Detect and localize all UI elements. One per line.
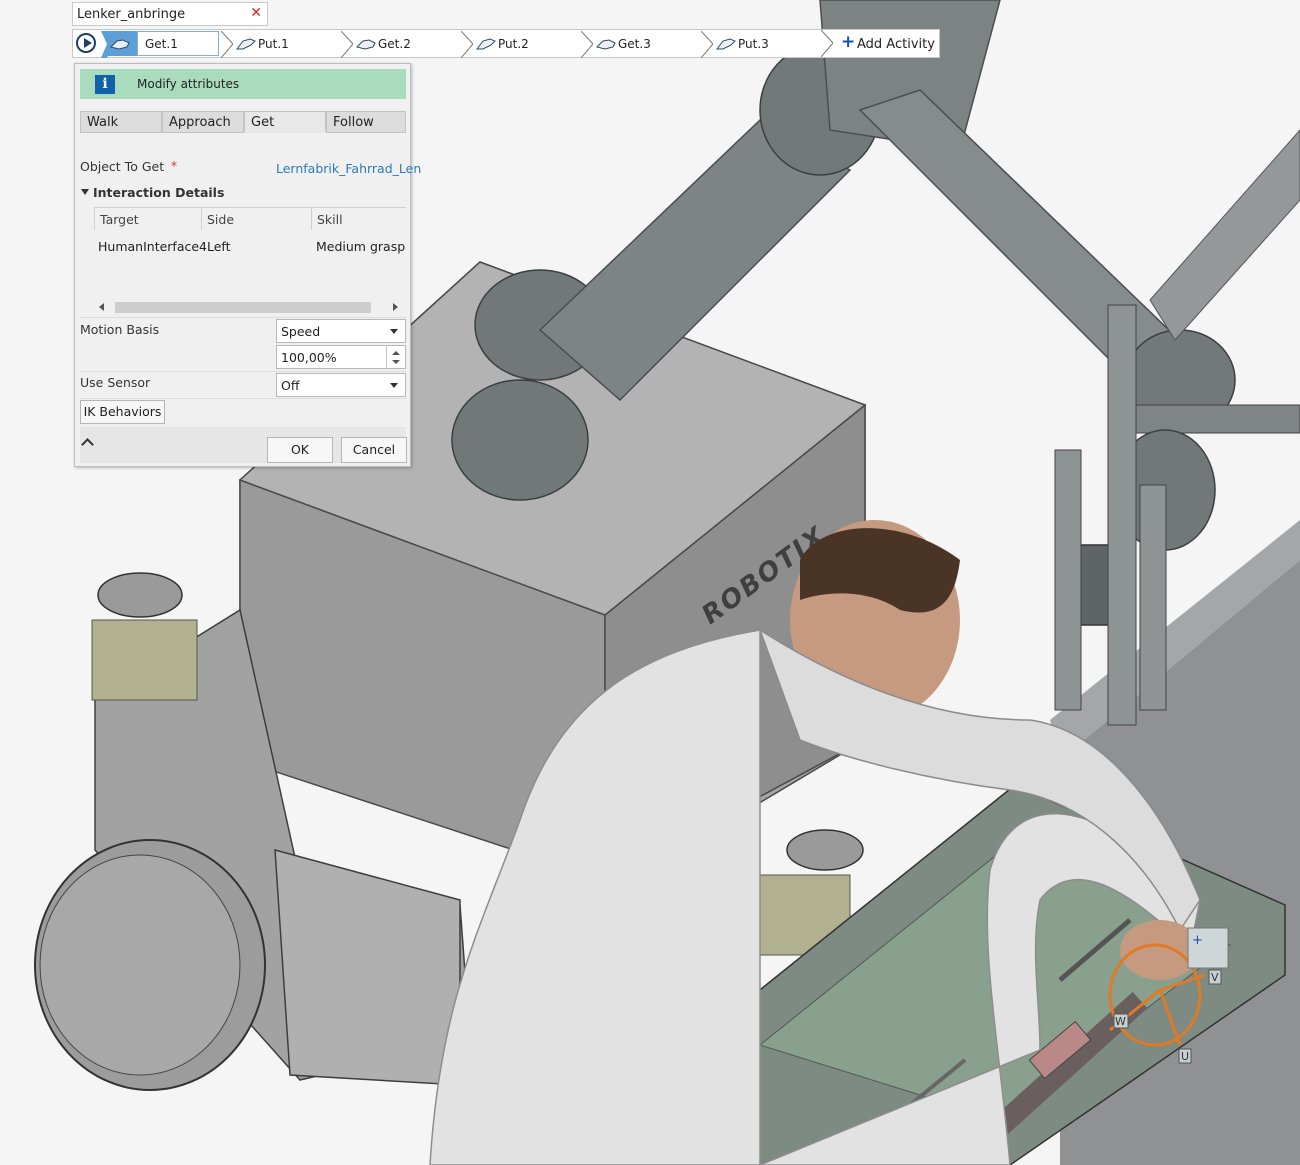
- interaction-table-header: Target Side Skill: [94, 207, 406, 230]
- activity-get-1[interactable]: Get.1: [101, 31, 221, 58]
- speed-percent-stepper[interactable]: 100,00%: [276, 345, 406, 369]
- stepper-down-icon[interactable]: [392, 360, 400, 364]
- activity-label: Put.2: [498, 37, 529, 51]
- column-skill[interactable]: Skill: [311, 208, 406, 230]
- activity-sequence-bar: Get.1 Put.1 Get.2 Put.2 Get.3 Put.3 + Ad…: [72, 29, 940, 58]
- panel-header: i Modify attributes: [80, 69, 406, 99]
- ik-behaviors-button[interactable]: IK Behaviors: [80, 400, 165, 424]
- tab-approach[interactable]: Approach: [162, 111, 244, 133]
- close-icon[interactable]: ✕: [250, 5, 262, 21]
- tab-follow[interactable]: Follow: [326, 111, 406, 133]
- play-icon[interactable]: [76, 33, 96, 53]
- chevron-down-icon: [390, 329, 398, 334]
- activity-label: Get.2: [378, 37, 411, 51]
- tab-get[interactable]: Get: [244, 111, 326, 133]
- hand-place-icon: [476, 38, 496, 50]
- stepper-up-icon[interactable]: [392, 351, 400, 355]
- activity-put-1[interactable]: Put.1: [221, 31, 341, 58]
- info-icon: i: [95, 75, 115, 94]
- activity-get-3[interactable]: Get.3: [581, 31, 701, 58]
- object-to-get-link[interactable]: Lernfabrik_Fahrrad_Len: [276, 161, 421, 176]
- scroll-right-icon[interactable]: [393, 303, 398, 311]
- object-to-get-label: Object To Get: [80, 159, 165, 174]
- operation-name: Lenker_anbringe: [77, 7, 186, 22]
- modify-attributes-panel: i Modify attributes Walk Approach Get Fo…: [74, 63, 421, 467]
- hand-place-icon: [236, 38, 256, 50]
- tab-strip: Walk Approach Get Follow: [80, 111, 406, 133]
- activity-put-3[interactable]: Put.3: [701, 31, 821, 58]
- column-target[interactable]: Target: [94, 208, 201, 230]
- cell-side: Left: [207, 239, 231, 254]
- activity-put-2[interactable]: Put.2: [461, 31, 581, 58]
- plus-icon: +: [841, 32, 856, 52]
- svg-text:+: +: [1192, 933, 1203, 948]
- motion-basis-select[interactable]: Speed: [276, 319, 406, 343]
- panel-title: Modify attributes: [137, 77, 240, 91]
- operation-name-field[interactable]: Lenker_anbringe ✕: [72, 2, 268, 26]
- ok-button[interactable]: OK: [267, 437, 333, 463]
- use-sensor-label: Use Sensor: [80, 375, 151, 390]
- hand-grab-icon: [110, 39, 130, 50]
- tab-walk[interactable]: Walk: [80, 111, 162, 133]
- cell-target: HumanInterface4: [98, 239, 207, 254]
- cancel-button[interactable]: Cancel: [341, 437, 407, 463]
- cell-skill: Medium grasp: [316, 239, 406, 254]
- activity-label: Get.1: [145, 37, 178, 51]
- activity-label: Put.1: [258, 37, 289, 51]
- horizontal-scrollbar[interactable]: [99, 302, 401, 314]
- axis-label-v: V: [1211, 971, 1219, 984]
- axis-label-u: U: [1181, 1050, 1189, 1063]
- collapse-triangle-icon[interactable]: [81, 189, 89, 195]
- required-marker: *: [171, 159, 177, 173]
- chevron-down-icon: [390, 383, 398, 388]
- interaction-details-title: Interaction Details: [93, 185, 225, 200]
- scroll-thumb[interactable]: [115, 302, 371, 313]
- axis-label-w: W: [1115, 1015, 1126, 1028]
- hand-place-icon: [716, 38, 736, 50]
- activity-get-2[interactable]: Get.2: [341, 31, 461, 58]
- column-side[interactable]: Side: [201, 208, 311, 230]
- activity-label: Get.3: [618, 37, 651, 51]
- hand-grab-icon: [356, 39, 376, 50]
- use-sensor-select[interactable]: Off: [276, 373, 406, 397]
- activity-label: Put.3: [738, 37, 769, 51]
- scroll-left-icon[interactable]: [99, 303, 104, 311]
- hand-grab-icon: [596, 39, 616, 50]
- motion-basis-label: Motion Basis: [80, 322, 160, 337]
